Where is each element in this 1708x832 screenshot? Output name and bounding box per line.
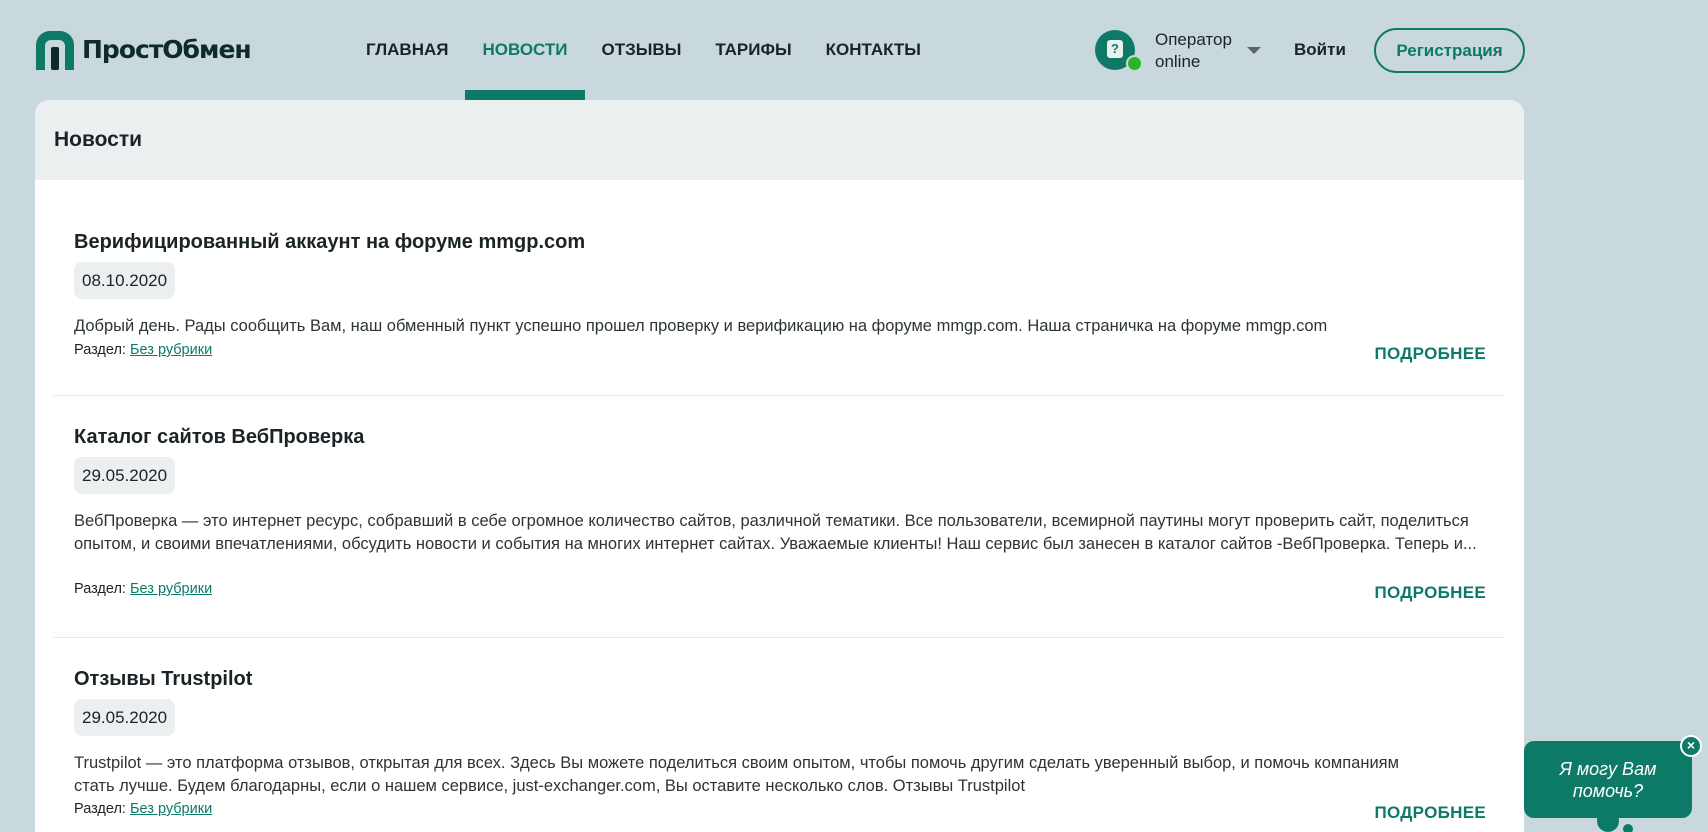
news-item-title[interactable]: Отзывы Trustpilot bbox=[74, 668, 252, 691]
category-link[interactable]: Без рубрики bbox=[130, 801, 212, 817]
operator-name: Оператор bbox=[1155, 30, 1232, 49]
nav-item-news[interactable]: НОВОСТИ bbox=[465, 0, 585, 100]
news-item-title[interactable]: Каталог сайтов ВебПроверка bbox=[74, 426, 364, 449]
news-item-category: Раздел: Без рубрики bbox=[74, 581, 212, 597]
news-item-category: Раздел: Без рубрики bbox=[74, 801, 212, 817]
news-item-excerpt: ВебПроверка — это интернет ресурс, собра… bbox=[74, 512, 1477, 553]
category-label: Раздел: bbox=[74, 581, 126, 597]
news-card-header: Новости bbox=[35, 100, 1524, 180]
nav-item-contacts[interactable]: КОНТАКТЫ bbox=[809, 0, 938, 100]
category-link[interactable]: Без рубрики bbox=[130, 581, 212, 597]
chat-bubble-tail bbox=[1597, 810, 1619, 832]
main-nav: ГЛАВНАЯ НОВОСТИ ОТЗЫВЫ ТАРИФЫ КОНТАКТЫ bbox=[349, 0, 938, 100]
category-label: Раздел: bbox=[74, 342, 126, 358]
news-item: Верифицированный аккаунт на форуме mmgp.… bbox=[54, 180, 1505, 396]
operator-status: online bbox=[1155, 52, 1201, 71]
operator-dropdown[interactable]: ? Оператор online bbox=[1095, 30, 1261, 72]
close-icon[interactable]: × bbox=[1680, 735, 1702, 757]
nav-item-tariffs[interactable]: ТАРИФЫ bbox=[698, 0, 808, 100]
category-link[interactable]: Без рубрики bbox=[130, 342, 212, 358]
news-item: Отзывы Trustpilot 29.05.2020 Trustpilot … bbox=[54, 638, 1505, 832]
chevron-down-icon bbox=[1247, 47, 1261, 54]
chat-widget[interactable]: Я могу Вам помочь? bbox=[1524, 741, 1692, 818]
site-header: ПростОбмен ГЛАВНАЯ НОВОСТИ ОТЗЫВЫ ТАРИФЫ… bbox=[0, 0, 1708, 100]
read-more-link[interactable]: ПОДРОБНЕЕ bbox=[1374, 344, 1486, 364]
news-item-excerpt: Trustpilot — это платформа отзывов, откр… bbox=[74, 754, 1399, 795]
read-more-link[interactable]: ПОДРОБНЕЕ bbox=[1374, 583, 1486, 603]
news-item-excerpt: Добрый день. Рады сообщить Вам, наш обме… bbox=[74, 317, 1328, 335]
page-title: Новости bbox=[54, 128, 143, 151]
logo-mark-icon bbox=[36, 31, 74, 70]
news-item-date: 08.10.2020 bbox=[74, 262, 176, 299]
chat-bubble-dot bbox=[1623, 824, 1633, 832]
news-item-date: 29.05.2020 bbox=[74, 699, 176, 736]
read-more-link[interactable]: ПОДРОБНЕЕ bbox=[1374, 803, 1486, 823]
news-item-title[interactable]: Верифицированный аккаунт на форуме mmgp.… bbox=[74, 231, 585, 254]
news-item-date: 29.05.2020 bbox=[74, 457, 176, 494]
logo-text: ПростОбмен bbox=[82, 35, 252, 64]
news-item-category: Раздел: Без рубрики bbox=[74, 342, 212, 358]
online-status-icon bbox=[1126, 55, 1143, 72]
logo[interactable]: ПростОбмен bbox=[34, 29, 252, 70]
news-item: Каталог сайтов ВебПроверка 29.05.2020 Ве… bbox=[54, 396, 1505, 638]
login-link[interactable]: Войти bbox=[1294, 40, 1346, 60]
nav-item-home[interactable]: ГЛАВНАЯ bbox=[349, 0, 465, 100]
category-label: Раздел: bbox=[74, 801, 126, 817]
nav-item-reviews[interactable]: ОТЗЫВЫ bbox=[585, 0, 699, 100]
chat-widget-text: Я могу Вам помочь? bbox=[1559, 758, 1657, 801]
register-button[interactable]: Регистрация bbox=[1374, 28, 1525, 73]
news-card: Новости Верифицированный аккаунт на фору… bbox=[35, 100, 1524, 832]
